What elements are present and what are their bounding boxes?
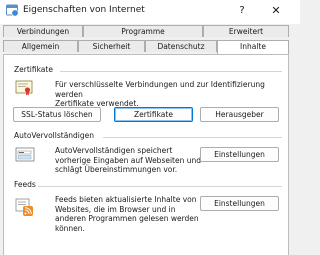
tab-programme[interactable]: Programme: [83, 25, 203, 37]
autocomplete-settings-button[interactable]: Einstellungen: [200, 147, 279, 162]
tab-datenschutz[interactable]: Datenschutz: [145, 40, 217, 52]
autocomplete-heading: AutoVervollständigen: [14, 131, 95, 140]
tab-label: Programme: [121, 27, 165, 36]
certificates-button[interactable]: Zertifikate: [114, 107, 193, 122]
feeds-divider: [38, 186, 282, 187]
autocomplete-description: AutoVervollständigen speichert vorherige…: [55, 146, 202, 174]
title-bar: Eigenschaften von Internet ? ✕: [0, 0, 300, 24]
tab-inhalte[interactable]: Inhalte: [217, 40, 289, 54]
feeds-icon: [15, 198, 33, 216]
feeds-description: Feeds bieten aktualisierte Inhalte von W…: [55, 195, 199, 233]
certificates-divider: [60, 71, 282, 72]
internet-options-icon: [6, 4, 19, 17]
tab-erweitert[interactable]: Erweitert: [203, 25, 289, 37]
tab-label: Inhalte: [240, 42, 266, 51]
window-title: Eigenschaften von Internet: [23, 5, 145, 15]
tab-allgemein[interactable]: Allgemein: [3, 40, 78, 52]
feeds-heading: Feeds: [14, 180, 36, 189]
tab-label: Sicherheit: [92, 42, 131, 51]
clear-ssl-state-button[interactable]: SSL-Status löschen: [13, 107, 101, 122]
certificates-description: Für verschlüsselte Verbindungen und zur …: [55, 80, 265, 108]
tab-label: Verbindungen: [16, 27, 70, 36]
feeds-settings-button[interactable]: Einstellungen: [200, 196, 279, 211]
help-icon[interactable]: ?: [233, 3, 251, 19]
tab-label: Erweitert: [228, 27, 264, 36]
tab-sicherheit[interactable]: Sicherheit: [78, 40, 145, 52]
certificates-heading: Zertifikate: [14, 65, 53, 74]
certificate-icon: [15, 80, 33, 96]
autocomplete-divider: [103, 137, 282, 138]
publishers-button[interactable]: Herausgeber: [200, 107, 279, 122]
tab-label: Datenschutz: [157, 42, 205, 51]
tab-verbindungen[interactable]: Verbindungen: [3, 25, 83, 37]
tab-label: Allgemein: [21, 42, 60, 51]
close-icon[interactable]: ✕: [266, 3, 286, 19]
autocomplete-icon: [15, 147, 35, 162]
